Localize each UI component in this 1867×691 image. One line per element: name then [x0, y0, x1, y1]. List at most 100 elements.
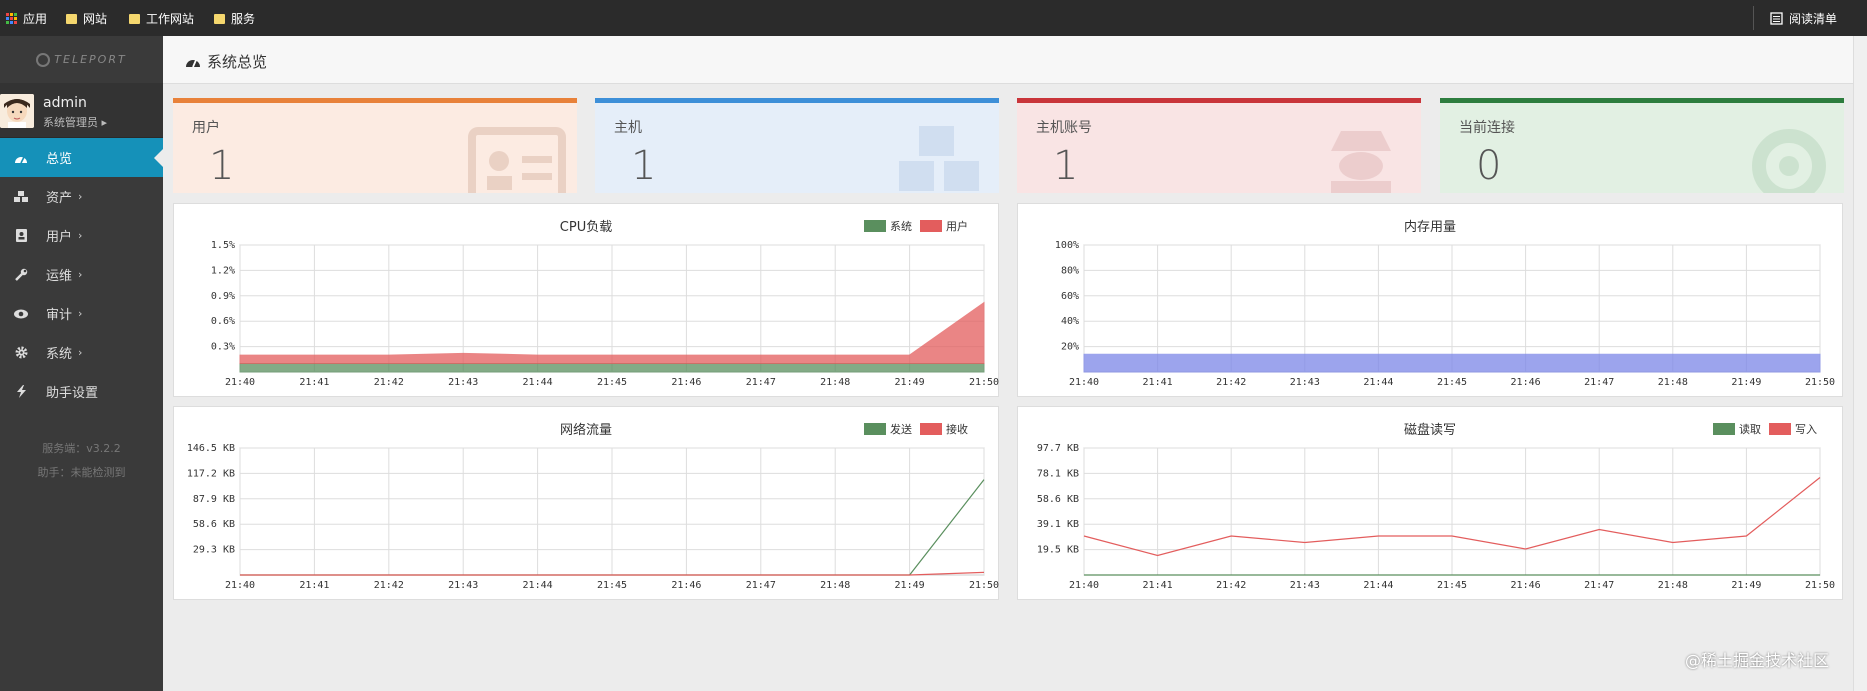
x-tick-label: 21:49: [895, 580, 925, 591]
dashboard-icon: [186, 59, 200, 68]
id-card-icon: [14, 229, 28, 243]
x-tick-label: 21:45: [1437, 377, 1467, 388]
x-tick-label: 21:46: [671, 580, 701, 591]
y-tick-label: 58.6 KB: [1037, 494, 1079, 505]
series-area: [239, 363, 985, 373]
bookmark-folder-work[interactable]: 工作网站: [129, 10, 194, 27]
reading-list-label: 阅读清单: [1789, 12, 1838, 26]
eye-icon: [14, 307, 28, 321]
sidebar-item-ops[interactable]: 运维 ›: [0, 255, 163, 294]
caret-right-icon: ▸: [101, 116, 108, 129]
sidebar-item-users[interactable]: 用户 ›: [0, 216, 163, 255]
legend-swatch: [920, 220, 942, 232]
stat-card-connections[interactable]: 当前连接 0: [1440, 98, 1844, 193]
user-secret-icon: [1311, 121, 1411, 193]
x-tick-label: 21:41: [299, 377, 329, 388]
x-tick-label: 21:50: [1805, 377, 1835, 388]
sidebar-item-audit[interactable]: 审计 ›: [0, 294, 163, 333]
legend-item[interactable]: 系统: [864, 218, 912, 234]
page-title: 系统总览: [185, 51, 267, 72]
y-tick-label: 0.6%: [211, 316, 235, 327]
stat-value: 1: [1053, 143, 1079, 189]
sidebar-nav: 总览 资产 › 用户 › 运维 › 审计 › 系统 › 助手设置: [0, 138, 163, 411]
id-card-icon: [467, 121, 567, 193]
x-tick-label: 21:44: [1363, 377, 1393, 388]
cpu-load-panel: CPU负载 系统 用户 21:40 21:41 21:42 21:43 21:44 21:…: [173, 203, 999, 397]
y-tick-label: 0.9%: [211, 291, 235, 302]
legend-item[interactable]: 发送: [864, 421, 912, 437]
folder-icon: [129, 13, 140, 24]
y-tick-label: 40%: [1061, 316, 1079, 327]
reading-list-button[interactable]: 阅读清单: [1770, 10, 1837, 27]
server-version: 服务端：v3.2.2: [42, 442, 121, 455]
watermark: @稀土掘金技术社区: [1685, 651, 1830, 670]
chevron-right-icon: ›: [78, 229, 83, 242]
x-tick-label: 21:47: [1584, 377, 1614, 388]
stat-value: 1: [631, 143, 657, 189]
x-tick-label: 21:50: [1805, 580, 1835, 591]
sidebar-item-overview[interactable]: 总览: [0, 138, 163, 177]
x-tick-label: 21:43: [448, 580, 478, 591]
folder-icon: [66, 13, 77, 24]
bookmark-folder-website[interactable]: 网站: [66, 10, 107, 27]
legend-item[interactable]: 读取: [1713, 421, 1761, 437]
y-tick-label: 1.2%: [211, 265, 235, 276]
sidebar-item-label: 总览: [46, 152, 73, 167]
legend-item[interactable]: 用户: [920, 218, 968, 234]
avatar[interactable]: [0, 94, 34, 128]
x-tick-label: 21:41: [299, 580, 329, 591]
series-area: [1083, 353, 1821, 373]
legend-item[interactable]: 写入: [1769, 421, 1817, 437]
stat-label: 主机: [614, 120, 642, 136]
x-tick-label: 21:42: [374, 377, 404, 388]
y-tick-label: 60%: [1061, 291, 1079, 302]
sidebar-item-assistant-settings[interactable]: 助手设置: [0, 372, 163, 411]
chevron-right-icon: ›: [78, 307, 83, 320]
bookmark-divider: [1753, 6, 1754, 30]
x-tick-label: 21:45: [1437, 580, 1467, 591]
user-role[interactable]: 系统管理员 ▸: [43, 114, 107, 130]
bookmark-folder-services[interactable]: 服务: [214, 10, 255, 27]
stat-card-host-accounts[interactable]: 主机账号 1: [1017, 98, 1421, 193]
gear-icon: [14, 346, 28, 360]
x-tick-label: 21:50: [969, 377, 999, 388]
x-tick-label: 21:43: [448, 377, 478, 388]
y-tick-label: 100%: [1055, 240, 1079, 251]
x-tick-label: 21:43: [1290, 377, 1320, 388]
disk-io-panel: 磁盘读写 读取 写入 21:40 21:41 21:42 21:43 21:44 21:4…: [1017, 406, 1843, 600]
legend: 读取 写入: [1713, 421, 1817, 437]
x-tick-label: 21:48: [1658, 377, 1688, 388]
user-role-label: 系统管理员: [43, 116, 98, 129]
x-tick-label: 21:48: [820, 377, 850, 388]
user-panel: admin 系统管理员 ▸: [0, 84, 163, 138]
stat-card-users[interactable]: 用户 1: [173, 98, 577, 193]
sidebar-item-system[interactable]: 系统 ›: [0, 333, 163, 372]
memory-usage-panel: 内存用量 21:40 21:41 21:42 21:43 21:44 21:45 21:46…: [1017, 203, 1843, 397]
cubes-icon: [889, 121, 989, 193]
legend-swatch: [920, 423, 942, 435]
apps-bookmark[interactable]: 应用: [6, 10, 47, 27]
x-tick-label: 21:40: [225, 377, 255, 388]
legend-label: 读取: [1739, 423, 1761, 436]
stat-label: 主机账号: [1036, 120, 1092, 136]
y-tick-label: 146.5 KB: [187, 443, 235, 454]
y-tick-label: 39.1 KB: [1037, 519, 1079, 530]
sidebar-item-label: 助手设置: [46, 386, 99, 401]
user-name: admin: [43, 95, 87, 111]
y-tick-label: 87.9 KB: [193, 494, 235, 505]
x-tick-label: 21:45: [597, 580, 627, 591]
x-tick-label: 21:46: [1511, 377, 1541, 388]
y-tick-label: 97.7 KB: [1037, 443, 1079, 454]
stat-card-hosts[interactable]: 主机 1: [595, 98, 999, 193]
x-tick-label: 21:47: [1584, 580, 1614, 591]
bolt-icon: [14, 385, 28, 399]
scrollbar[interactable]: [1853, 36, 1867, 691]
sidebar-item-assets[interactable]: 资产 ›: [0, 177, 163, 216]
chart-title: 内存用量: [1403, 220, 1456, 235]
legend-item[interactable]: 接收: [920, 421, 968, 437]
page-title-text: 系统总览: [207, 53, 268, 71]
y-tick-label: 20%: [1061, 342, 1079, 353]
legend: 系统 用户: [864, 218, 968, 234]
page-header: 系统总览: [163, 36, 1853, 84]
x-tick-label: 21:43: [1290, 580, 1320, 591]
